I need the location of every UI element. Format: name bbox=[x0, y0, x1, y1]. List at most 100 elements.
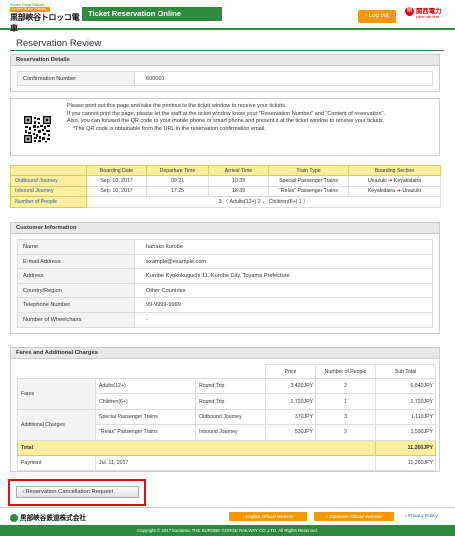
site-logo[interactable]: Kurobe Gorge Railway Kurobe Gorge Railwa… bbox=[10, 3, 80, 33]
journey-header-date: Boarding Date bbox=[86, 165, 147, 176]
site-footer: 黒部峡谷鉄道株式会社 › English Official Website › … bbox=[0, 507, 455, 525]
copyright-bar: Copyright © 2017 kurotetsu THE KUROBE GO… bbox=[0, 525, 455, 536]
field-value: 99-9999-9999 bbox=[146, 302, 181, 308]
partner-mark-icon: 関 bbox=[405, 7, 414, 16]
fares-header-price: Price bbox=[265, 364, 317, 379]
fare-people: 3 bbox=[315, 424, 377, 441]
fare-people: 1 bbox=[315, 393, 377, 410]
logout-label: Log out bbox=[368, 13, 389, 19]
field-value: Kurobe Kyokokuguchi 11, Kurobe City, Toy… bbox=[146, 273, 290, 279]
arrow-right-icon: ➔ bbox=[396, 188, 401, 195]
payment-label: Payment bbox=[17, 454, 96, 472]
journey-header-arrival: Arrival Time bbox=[208, 165, 269, 176]
privacy-policy-link[interactable]: › Privacy Policy bbox=[405, 514, 438, 519]
title-divider bbox=[10, 50, 444, 51]
qr-code-icon bbox=[24, 116, 51, 143]
payment-row: Payment Jul. 11, 2017 11,260JPY bbox=[17, 454, 437, 472]
fare-type: Round Trip bbox=[194, 377, 267, 395]
field-value: - bbox=[146, 316, 148, 323]
company-mark-icon bbox=[10, 514, 18, 523]
logo-name: 黒部峡谷トロッコ電車 bbox=[10, 13, 80, 33]
confirmation-label: Confirmation Number bbox=[18, 72, 135, 85]
journey-label: Outbound Journey bbox=[10, 175, 87, 187]
fare-type: Outbound Journey bbox=[194, 408, 267, 426]
english-site-button[interactable]: › English Official Website bbox=[229, 512, 307, 521]
total-row: Total 11,260JPY bbox=[16, 439, 437, 456]
journey-label: Inbound Journey bbox=[10, 185, 87, 197]
section-from: Unazuki bbox=[367, 177, 387, 184]
partner-tagline: power with heart bbox=[416, 15, 440, 19]
field-label: Telephone Number bbox=[18, 298, 135, 312]
fare-subtotal: 1,110JPY bbox=[375, 408, 437, 426]
section-to: Keyakidaira bbox=[393, 177, 422, 184]
section-from: Keyakidaira bbox=[367, 188, 396, 195]
journey-train-type: "Relax" Passenger Trains bbox=[268, 185, 349, 197]
fares-header-subtotal: Sub Total bbox=[375, 364, 437, 379]
customer-field-email: E-mail Address example@example.com bbox=[18, 254, 432, 269]
fares-section: Fares and Additional Charges Price Numbe… bbox=[10, 347, 440, 472]
page-title: Reservation Review bbox=[16, 38, 102, 49]
customer-field-address: Address Kurobe Kyokokuguchi 11, Kurobe Ci… bbox=[18, 269, 432, 284]
fares-header-row: Price Number of People Sub Total bbox=[17, 364, 437, 379]
field-label: Number of Wheelchairs bbox=[18, 312, 135, 327]
qr-instruction-note: *The QR code is obtainable from the URL … bbox=[73, 125, 266, 132]
field-label: Country/Region bbox=[18, 283, 135, 297]
journey-header-departure: Departure Time bbox=[146, 165, 209, 176]
site-title: Ticket Reservation Online bbox=[82, 7, 222, 21]
customer-info-table: Name hanako kurobe E-mail Address example@… bbox=[17, 239, 433, 328]
footer-company-logo: 黒部峡谷鉄道株式会社 bbox=[10, 512, 86, 523]
additional-group-label: Additional Charges bbox=[17, 408, 96, 441]
customer-field-country: Country/Region Other Countries bbox=[18, 283, 432, 298]
fare-subtotal: 1,720JPY bbox=[375, 393, 437, 410]
cancel-highlight: › Reservation Cancellation Request bbox=[8, 479, 146, 506]
qr-notice-box: Please print out this page and take the … bbox=[10, 98, 440, 156]
qr-instruction-line: If you cannot print the page, please let… bbox=[67, 110, 386, 117]
journey-date: Sep. 10, 2017 bbox=[86, 175, 147, 187]
payment-value: 11,260JPY bbox=[375, 454, 437, 472]
fare-people: 2 bbox=[315, 377, 377, 395]
fare-subtotal: 6,840JPY bbox=[375, 377, 437, 395]
reservation-details-heading: Reservation Details bbox=[11, 55, 439, 66]
partner-name: 関西電力 bbox=[416, 8, 442, 15]
journey-departure: 17:25 bbox=[146, 185, 209, 197]
field-value: hanako kurobe bbox=[146, 244, 184, 250]
confirmation-row: Confirmation Number 600001 bbox=[17, 71, 433, 86]
japanese-site-label: Japanese Official Website bbox=[328, 514, 382, 519]
journey-row-people: Number of People 3 （ Adults(12+) 2 ， Chi… bbox=[10, 196, 441, 208]
customer-field-name: Name hanako kurobe bbox=[18, 240, 432, 255]
japanese-site-button[interactable]: › Japanese Official Website bbox=[314, 512, 394, 521]
journey-row-inbound: Inbound Journey Sep. 10, 2017 17:25 18:3… bbox=[10, 185, 441, 197]
fare-item: Special Passenger Trains bbox=[95, 408, 196, 426]
field-label: E-mail Address bbox=[18, 254, 135, 268]
journey-row-outbound: Outbound Journey Sep. 10, 2017 09:21 10:… bbox=[10, 175, 441, 187]
journey-date: Sep. 10, 2017 bbox=[86, 185, 147, 197]
journey-arrival: 18:39 bbox=[208, 185, 269, 197]
payment-date: Jul. 11, 2017 bbox=[94, 454, 377, 472]
cancellation-request-label: Reservation Cancellation Request bbox=[25, 489, 114, 495]
qr-instruction-line: Please print out this page and take the … bbox=[67, 103, 287, 109]
journey-header-section: Boarding Section bbox=[348, 165, 441, 176]
english-site-label: English Official Website bbox=[245, 514, 294, 519]
cancellation-request-button[interactable]: › Reservation Cancellation Request bbox=[16, 486, 139, 498]
reservation-details-section: Reservation Details Confirmation Number … bbox=[10, 54, 440, 92]
journey-departure: 09:21 bbox=[146, 175, 209, 187]
fares-table: Price Number of People Sub Total Fares A… bbox=[16, 364, 437, 472]
people-label: Number of People bbox=[10, 196, 87, 208]
customer-info-heading: Customer Information bbox=[11, 223, 439, 234]
journey-section: Keyakidaira ➔ Unazuki bbox=[348, 185, 441, 197]
qr-instructions: Please print out this page and take the … bbox=[67, 103, 435, 133]
total-value: 11,260JPY bbox=[375, 439, 437, 456]
journey-header-row: Boarding Date Departure Time Arrival Tim… bbox=[10, 165, 441, 176]
logout-button[interactable]: › Log out bbox=[358, 10, 396, 23]
fares-header-people: Number of People bbox=[315, 364, 377, 379]
fares-heading: Fares and Additional Charges bbox=[11, 348, 439, 359]
footer-company-name: 黒部峡谷鉄道株式会社 bbox=[20, 515, 86, 522]
fare-item: Children(6+) bbox=[95, 393, 196, 410]
partner-logo: 関 関西電力 power with heart bbox=[405, 6, 449, 26]
arrow-right-icon: ➔ bbox=[388, 177, 393, 184]
field-value: example@example.com bbox=[146, 258, 207, 265]
total-label: Total bbox=[16, 439, 377, 456]
fare-subtotal: 1,590JPY bbox=[375, 424, 437, 441]
journey-section: Unazuki ➔ Keyakidaira bbox=[348, 175, 441, 187]
customer-info-section: Customer Information Name hanako kurobe E… bbox=[10, 222, 440, 334]
